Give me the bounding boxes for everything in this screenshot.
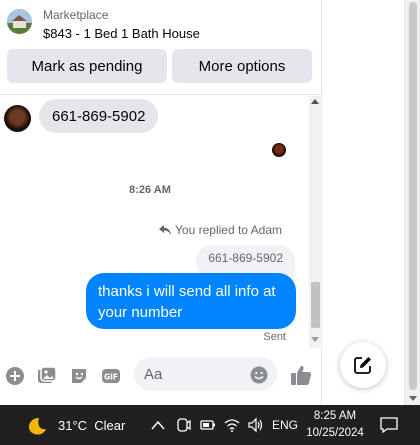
mark-as-pending-button[interactable]: Mark as pending	[7, 49, 167, 83]
like-icon[interactable]	[290, 364, 312, 386]
messenger-chat-panel: Marketplace $843 - 1 Bed 1 Bath House Ma…	[0, 0, 322, 405]
meet-now-icon[interactable]	[176, 417, 192, 433]
notification-icon[interactable]	[380, 417, 398, 433]
screen: Marketplace $843 - 1 Bed 1 Bath House Ma…	[0, 0, 420, 445]
system-clock[interactable]: 8:25 AM 10/25/2024	[305, 408, 365, 442]
message-status: Sent	[263, 331, 286, 343]
language-indicator[interactable]: ENG	[272, 405, 298, 445]
thread-scrollbar[interactable]	[309, 96, 322, 348]
emoji-icon[interactable]	[250, 366, 268, 384]
compose-icon	[354, 357, 371, 374]
scroll-up-arrow-icon[interactable]	[311, 99, 319, 104]
chat-header: Marketplace $843 - 1 Bed 1 Bath House Ma…	[0, 0, 322, 95]
chevron-up-icon[interactable]	[151, 405, 165, 445]
clock-date: 10/25/2024	[306, 427, 364, 439]
window-scrollbar-thumb[interactable]	[409, 2, 417, 390]
reply-arrow-icon	[159, 225, 172, 235]
replied-to-text: You replied to Adam	[175, 223, 282, 237]
photo-icon[interactable]	[37, 366, 57, 386]
window-scrollbar[interactable]	[404, 0, 420, 405]
scroll-down-arrow-icon[interactable]	[311, 337, 319, 342]
window-scroll-down-icon[interactable]	[409, 396, 417, 401]
weather-text[interactable]: 31°C Clear	[58, 405, 125, 445]
svg-text:GIF: GIF	[104, 373, 118, 382]
scrollbar-thumb[interactable]	[311, 282, 320, 328]
incoming-message-bubble[interactable]: 661-869-5902	[39, 99, 159, 133]
message-thread[interactable]: 661-869-5902 8:26 AM You replied to Adam…	[0, 96, 322, 348]
replied-to-label: You replied to Adam	[159, 223, 282, 237]
weather-moon-icon[interactable]	[27, 417, 49, 435]
gif-icon[interactable]: GIF	[101, 366, 121, 386]
seen-indicator-avatar	[272, 143, 286, 157]
wifi-icon[interactable]	[224, 417, 240, 433]
windows-taskbar: 31°C Clear ENG 8:25 AM 10/25/2024	[0, 405, 420, 445]
more-options-button[interactable]: More options	[172, 49, 312, 83]
battery-icon[interactable]	[200, 417, 216, 433]
sticker-icon[interactable]	[69, 366, 89, 386]
new-message-button[interactable]	[340, 342, 386, 388]
plus-circle-icon[interactable]	[5, 366, 25, 386]
message-timestamp: 8:26 AM	[129, 184, 171, 196]
volume-icon[interactable]	[247, 417, 263, 433]
clock-time: 8:25 AM	[313, 410, 357, 422]
marketplace-label: Marketplace	[43, 8, 109, 22]
listing-title[interactable]: $843 - 1 Bed 1 Bath House	[43, 26, 200, 41]
contact-avatar[interactable]	[4, 105, 31, 132]
outgoing-message-bubble[interactable]: thanks i will send all info at your numb…	[86, 273, 296, 329]
listing-thumbnail[interactable]	[7, 9, 32, 34]
